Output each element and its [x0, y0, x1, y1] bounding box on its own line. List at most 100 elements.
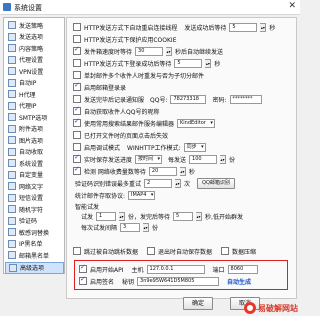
- nickname-label: 自动获取收件人QQ号的昵称: [84, 108, 160, 116]
- send-success-wait-input[interactable]: 5: [229, 22, 258, 32]
- spin-icon[interactable]: ▴▾: [119, 211, 126, 221]
- sidebar-item[interactable]: 敏感词替换: [5, 227, 62, 237]
- spin-icon[interactable]: ▴▾: [143, 222, 150, 232]
- sign-checkbox[interactable]: [79, 275, 87, 285]
- sidebar-item-label: VPN设置: [19, 68, 44, 76]
- spin-icon[interactable]: ▴▾: [179, 166, 186, 176]
- sidebar-item[interactable]: 网络文字: [5, 181, 62, 191]
- skip-data-checkbox[interactable]: [73, 247, 81, 255]
- sidebar-item[interactable]: 代理IP: [5, 101, 62, 111]
- sidebar-item[interactable]: 短信设置: [5, 193, 62, 203]
- sidebar-item[interactable]: 附件选项: [5, 124, 62, 134]
- setting-row-data-options: 跳过被自动跳析数据 退出时自动保存数据 数据压缩: [73, 246, 256, 256]
- api-checkbox[interactable]: [79, 263, 87, 273]
- sidebar-item-label: 验证码: [19, 218, 38, 225]
- ok-area: 确定: [183, 297, 214, 310]
- auto-generate-link[interactable]: 自动生成: [227, 277, 251, 286]
- sidebar-item[interactable]: 发送策略: [5, 20, 62, 30]
- sidebar-item[interactable]: 图片选项: [5, 135, 62, 145]
- compress-checkbox[interactable]: [221, 247, 230, 255]
- mailbox-login-label: 启用邮箱登录录: [84, 84, 127, 92]
- sidebar-item[interactable]: 代理设置: [5, 55, 62, 65]
- compress-label: 数据压缩: [232, 248, 257, 256]
- login-wait-checkbox[interactable]: [73, 59, 81, 67]
- smart-interval-row: 每次试发间隔 3 ▴▾ 份: [81, 222, 158, 232]
- sidebar-item[interactable]: H代理: [5, 89, 62, 99]
- sidebar-item[interactable]: IP黑名单: [5, 239, 62, 249]
- smart-test-row: 试发 1 ▴▾ 份，发完后等待 5 ▴▾ 秒,低开始群发: [81, 211, 243, 221]
- sidebar-item[interactable]: 邮箱黑名单: [5, 250, 62, 260]
- restart-thread-checkbox[interactable]: [73, 23, 81, 31]
- sidebar-item-label: 随机字符: [19, 206, 44, 214]
- outbox-wait-input[interactable]: 30: [135, 46, 164, 56]
- spin-icon[interactable]: ▴▾: [220, 154, 227, 164]
- network-check-input[interactable]: 20: [148, 166, 177, 176]
- sidebar-item[interactable]: VPN设置: [5, 66, 62, 76]
- debug-label: 启用调试模式: [84, 144, 121, 152]
- sidebar-item-label: 高级选项: [20, 265, 45, 272]
- per-send-input[interactable]: 100: [189, 154, 218, 164]
- notify-checkbox[interactable]: [73, 95, 81, 103]
- test-count-input[interactable]: 1: [96, 211, 117, 221]
- outbox-wait-checkbox[interactable]: [73, 45, 81, 55]
- auto-save-checkbox[interactable]: [147, 247, 156, 255]
- unit-label: 份: [229, 156, 236, 164]
- qq-captcha-button[interactable]: QQ邮箱识别: [197, 177, 235, 189]
- captcha-retry-label: 验证码识别错误最多重试: [75, 180, 142, 188]
- nav-icon: [8, 55, 16, 64]
- setting-row-page-click: 已打开文件时的页面点击后失效: [73, 130, 168, 140]
- save-mode-select[interactable]: 按时间: [135, 154, 163, 164]
- smart-test-title: 智能试发: [75, 201, 99, 211]
- nav-icon: [8, 216, 16, 225]
- sidebar-item[interactable]: 随机字符: [5, 204, 62, 214]
- network-check-checkbox[interactable]: [73, 165, 81, 175]
- sidebar-item[interactable]: 发送选项: [5, 32, 62, 42]
- spin-icon[interactable]: ▴▾: [196, 211, 203, 221]
- ok-button[interactable]: 确定: [183, 297, 214, 310]
- host-input[interactable]: 127.0.0.1: [146, 264, 205, 274]
- unit-label: 次: [184, 180, 191, 188]
- spin-icon[interactable]: ▴▾: [205, 58, 212, 68]
- debug-checkbox[interactable]: [73, 143, 81, 151]
- winhttp-mode-select[interactable]: 同步: [183, 142, 206, 152]
- page-click-checkbox[interactable]: [73, 131, 81, 139]
- qq-input[interactable]: 78273318: [170, 94, 207, 104]
- sidebar-item[interactable]: 内容策略: [5, 43, 62, 53]
- auto-save-label: 退出时自动保存数据: [158, 248, 213, 256]
- save-progress-checkbox[interactable]: [73, 153, 81, 163]
- sidebar-item[interactable]: 自动收取: [5, 147, 62, 157]
- setting-row-nickname: 自动获取收件人QQ号的昵称: [73, 105, 160, 116]
- nav-icon: [8, 239, 16, 248]
- editor-select[interactable]: KindEditor: [177, 118, 215, 128]
- nickname-checkbox[interactable]: [73, 105, 81, 115]
- sidebar-item[interactable]: 高级选项: [5, 261, 64, 274]
- spin-icon[interactable]: ▴▾: [260, 22, 267, 32]
- nav-icon: [8, 182, 16, 190]
- password-input[interactable]: ********: [229, 94, 262, 104]
- close-icon[interactable]: ✕: [288, 1, 296, 11]
- password-label: 密码:: [212, 96, 227, 104]
- editor-checkbox[interactable]: [73, 117, 81, 127]
- sidebar-item[interactable]: 系统设置: [5, 158, 62, 168]
- sidebar-item-label: 代理IP: [19, 103, 37, 110]
- cookie-checkbox[interactable]: [73, 35, 81, 43]
- sidebar-item[interactable]: SMTP选项: [5, 112, 62, 122]
- test-wait-input[interactable]: 5: [173, 211, 194, 221]
- port-input[interactable]: 8060: [227, 264, 258, 274]
- setting-row-debug: 启用调试模式 WINHTTP工作模式: 同步: [73, 142, 206, 152]
- login-wait-input[interactable]: 5: [174, 58, 203, 68]
- split-mail-checkbox[interactable]: [73, 71, 81, 79]
- sidebar-item[interactable]: 自动IP: [5, 78, 62, 88]
- setting-row-login-wait: HTTP发送方式下登录成功后等待 5 ▴▾ 秒: [73, 58, 220, 68]
- nav-icon: [8, 21, 16, 29]
- spin-icon[interactable]: ▴▾: [175, 178, 182, 188]
- captcha-retry-input[interactable]: 2: [144, 178, 173, 188]
- spin-icon[interactable]: ▴▾: [166, 46, 173, 56]
- protocol-select[interactable]: IMAP4: [128, 190, 156, 200]
- setting-row-notify: 发送完毕后记录通知服 QQ号: 78273318 密码: ********: [73, 94, 262, 104]
- sidebar-item[interactable]: 验证码: [5, 216, 62, 226]
- sidebar-item[interactable]: 自定变量: [5, 170, 62, 180]
- mailbox-login-checkbox[interactable]: [73, 81, 81, 91]
- interval-input[interactable]: 3: [120, 222, 141, 232]
- key-input[interactable]: 3n9e95W641D5M805: [137, 276, 220, 286]
